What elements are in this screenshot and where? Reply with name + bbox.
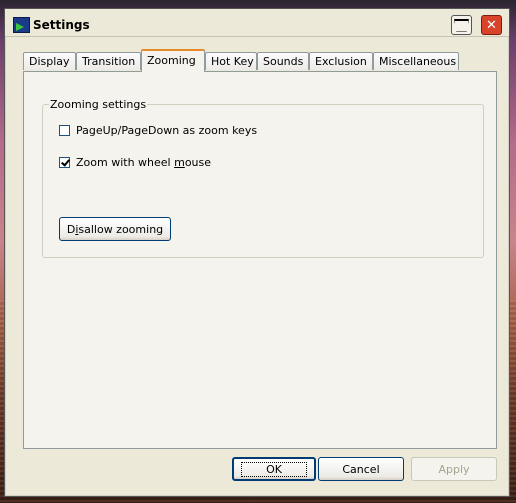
- tab-exclusion[interactable]: Exclusion: [309, 52, 373, 70]
- apply-button[interactable]: Apply: [411, 457, 497, 481]
- pageup-pagedown-option[interactable]: PageUp/PageDown as zoom keys: [59, 124, 257, 137]
- close-button[interactable]: ✕: [481, 15, 502, 35]
- window-title: Settings: [33, 18, 90, 32]
- minimize-button[interactable]: [451, 15, 472, 35]
- group-title: Zooming settings: [49, 98, 148, 111]
- app-icon: [13, 17, 30, 33]
- tab-zooming[interactable]: Zooming: [141, 49, 205, 72]
- pageup-pagedown-checkbox[interactable]: [59, 125, 70, 136]
- tab-transition[interactable]: Transition: [76, 52, 141, 70]
- disallow-zooming-button[interactable]: Di sallow zooming: [59, 217, 171, 241]
- title-bar[interactable]: Settings ✕: [5, 9, 509, 37]
- minimize-icon: [454, 18, 469, 32]
- tab-sounds[interactable]: Sounds: [257, 52, 309, 70]
- ok-button[interactable]: OK: [232, 457, 316, 481]
- wheel-mouse-label: Zoom with wheel mouse: [76, 156, 212, 169]
- tab-miscellaneous[interactable]: Miscellaneous: [373, 52, 459, 70]
- close-icon: ✕: [486, 17, 497, 33]
- zooming-tab-panel: Zooming settings PageUp/PageDown as zoom…: [23, 71, 497, 449]
- pageup-pagedown-label: PageUp/PageDown as zoom keys: [76, 124, 258, 137]
- dialog-button-bar: OK Cancel Apply: [5, 449, 509, 496]
- cancel-button[interactable]: Cancel: [318, 457, 404, 481]
- wheel-mouse-option[interactable]: Zoom with wheel mouse: [59, 156, 211, 169]
- tab-hot-key[interactable]: Hot Key: [205, 52, 257, 70]
- tab-display[interactable]: Display: [23, 52, 76, 70]
- settings-dialog: Settings ✕ Display Transition Zooming Ho…: [4, 8, 510, 497]
- zooming-settings-group: Zooming settings PageUp/PageDown as zoom…: [42, 98, 484, 258]
- wheel-mouse-checkbox[interactable]: [59, 157, 70, 168]
